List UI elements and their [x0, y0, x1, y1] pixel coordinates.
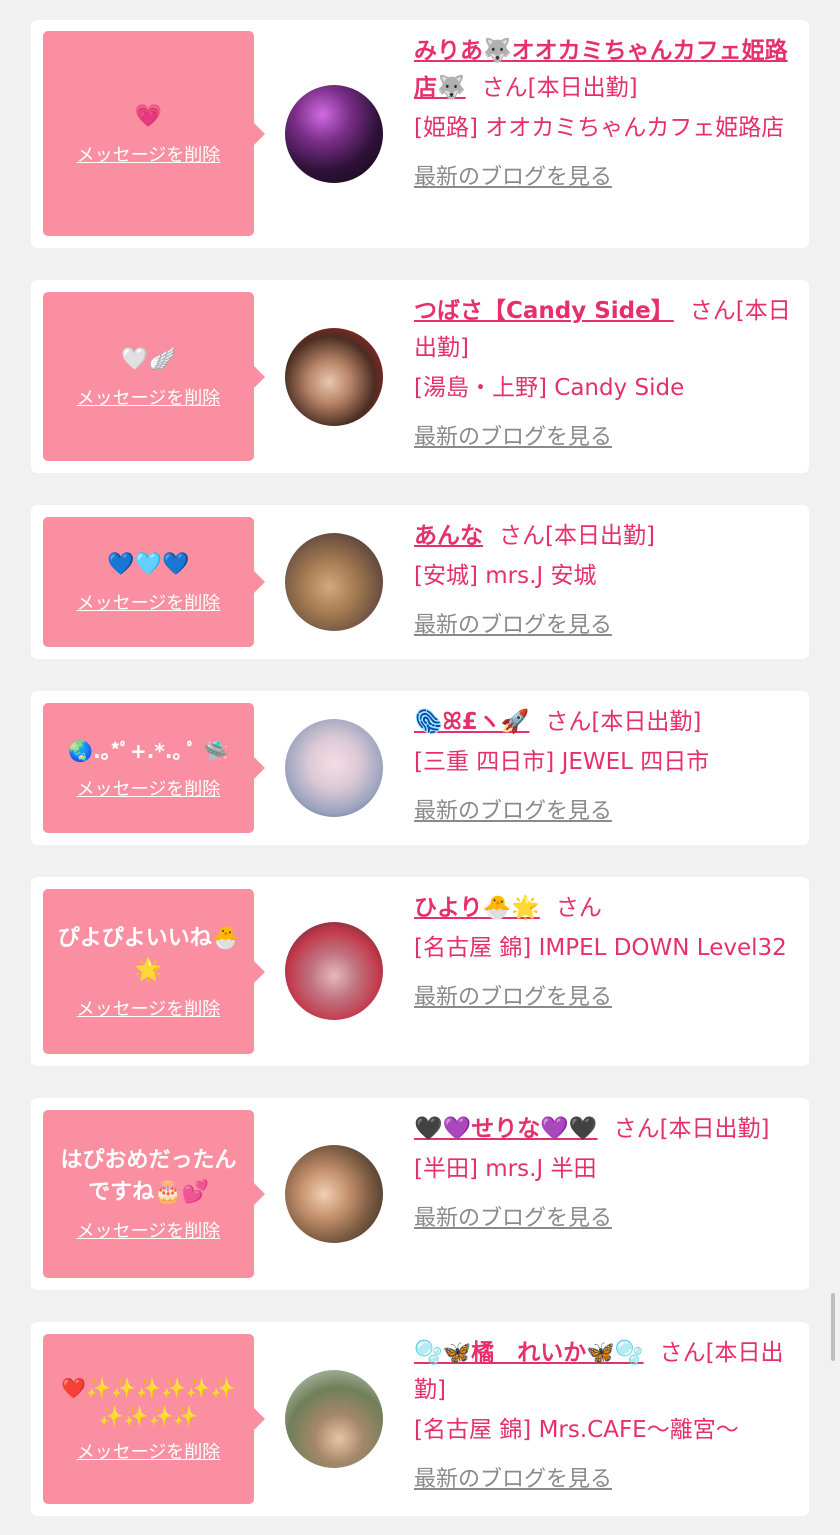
honorific: さん	[689, 298, 736, 324]
profile-name-link[interactable]: ひより🐣🌟	[414, 895, 540, 921]
latest-blog-link[interactable]: 最新のブログを見る	[414, 607, 800, 644]
shop-label: [姫路] オオカミちゃんカフェ姫路店	[414, 115, 785, 141]
message-text: 💙🩵💙	[107, 552, 190, 577]
message-bubble: はぴおめだったんですね🎂💕 メッセージを削除	[43, 1110, 265, 1278]
status-label: [本日出勤]	[545, 523, 655, 549]
message-card: はぴおめだったんですね🎂💕 メッセージを削除 🖤💜せりな💜🖤 さん[本日出勤] […	[31, 1098, 809, 1290]
shop-label: [湯島・上野] Candy Side	[414, 375, 685, 401]
shop-label: [名古屋 錦] Mrs.CAFE〜離宮〜	[414, 1417, 739, 1443]
message-card: ぴよぴよいいね🐣🌟 メッセージを削除 ひより🐣🌟 さん [名古屋 錦] IMPEL…	[31, 877, 809, 1066]
message-card: 💙🩵💙 メッセージを削除 あんな さん[本日出勤] [安城] mrs.J 安城 最…	[31, 505, 809, 659]
profile-info: つばさ【Candy Side】 さん[本日出勤] [湯島・上野] Candy Si…	[414, 293, 800, 456]
delete-message-button[interactable]: メッセージを削除	[77, 1438, 221, 1464]
shop-label: [半田] mrs.J 半田	[414, 1156, 597, 1182]
avatar[interactable]	[285, 533, 383, 631]
delete-message-button[interactable]: メッセージを削除	[77, 141, 221, 167]
profile-name-link[interactable]: 🖤💜せりな💜🖤	[414, 1116, 598, 1142]
avatar[interactable]	[285, 1145, 383, 1243]
message-card: ❤️✨✨✨✨✨✨✨✨✨✨ メッセージを削除 🫧🦋橘 れいか🦋🫧 さん[本日出勤] …	[31, 1322, 809, 1516]
delete-message-button[interactable]: メッセージを削除	[77, 775, 221, 801]
message-text: 🌏.｡*ﾟ+.*.｡ ﾟ 🛸	[68, 739, 229, 763]
honorific: さん	[481, 75, 528, 101]
message-bubble: ❤️✨✨✨✨✨✨✨✨✨✨ メッセージを削除	[43, 1334, 265, 1504]
honorific: さん	[613, 1116, 660, 1142]
profile-info: 🖤💜せりな💜🖤 さん[本日出勤] [半田] mrs.J 半田 最新のブログを見る	[414, 1111, 800, 1237]
profile-name-link[interactable]: 🫆ꕤ£ヽ🚀	[414, 709, 529, 735]
profile-info: みりあ🐺オオカミちゃんカフェ姫路店🐺 さん[本日出勤] [姫路] オオカミちゃんカ…	[414, 33, 800, 196]
profile-info: あんな さん[本日出勤] [安城] mrs.J 安城 最新のブログを見る	[414, 518, 800, 644]
profile-name-link[interactable]: 🫧🦋橘 れいか🦋🫧	[414, 1340, 644, 1366]
message-card: 💗 メッセージを削除 みりあ🐺オオカミちゃんカフェ姫路店🐺 さん[本日出勤] [姫…	[31, 20, 809, 248]
profile-info: 🫧🦋橘 れいか🦋🫧 さん[本日出勤] [名古屋 錦] Mrs.CAFE〜離宮〜 最…	[414, 1335, 800, 1498]
message-bubble: ぴよぴよいいね🐣🌟 メッセージを削除	[43, 889, 265, 1054]
status-label: [本日出勤]	[659, 1116, 770, 1142]
scrollbar[interactable]	[831, 1293, 835, 1361]
latest-blog-link[interactable]: 最新のブログを見る	[414, 793, 800, 830]
avatar[interactable]	[285, 1370, 383, 1468]
message-text: 🤍🪽	[121, 346, 176, 372]
latest-blog-link[interactable]: 最新のブログを見る	[414, 1461, 800, 1498]
shop-label: [三重 四日市] JEWEL 四日市	[414, 749, 710, 775]
profile-info: ひより🐣🌟 さん [名古屋 錦] IMPEL DOWN Level32 最新のブロ…	[414, 890, 800, 1016]
status-label: [本日出勤]	[527, 75, 638, 101]
message-bubble: 💗 メッセージを削除	[43, 31, 265, 236]
honorific: さん	[659, 1340, 706, 1366]
latest-blog-link[interactable]: 最新のブログを見る	[414, 1200, 800, 1237]
message-text: ぴよぴよいいね🐣🌟	[57, 925, 240, 983]
shop-label: [安城] mrs.J 安城	[414, 563, 597, 589]
delete-message-button[interactable]: メッセージを削除	[77, 384, 221, 410]
message-bubble: 💙🩵💙 メッセージを削除	[43, 517, 265, 647]
message-text: 💗	[134, 103, 163, 129]
profile-name-link[interactable]: つばさ【Candy Side】	[414, 298, 674, 324]
honorific: さん	[555, 895, 602, 921]
avatar[interactable]	[285, 328, 383, 426]
message-card: 🌏.｡*ﾟ+.*.｡ ﾟ 🛸 メッセージを削除 🫆ꕤ£ヽ🚀 さん[本日出勤] [三…	[31, 691, 809, 845]
message-text: はぴおめだったんですね🎂💕	[60, 1148, 237, 1205]
latest-blog-link[interactable]: 最新のブログを見る	[414, 159, 800, 196]
delete-message-button[interactable]: メッセージを削除	[77, 589, 221, 615]
latest-blog-link[interactable]: 最新のブログを見る	[414, 979, 800, 1016]
message-bubble: 🤍🪽 メッセージを削除	[43, 292, 265, 461]
avatar[interactable]	[285, 922, 383, 1020]
status-label: [本日出勤]	[591, 709, 702, 735]
message-bubble: 🌏.｡*ﾟ+.*.｡ ﾟ 🛸 メッセージを削除	[43, 703, 265, 833]
latest-blog-link[interactable]: 最新のブログを見る	[414, 419, 800, 456]
avatar[interactable]	[285, 719, 383, 817]
shop-label: [名古屋 錦] IMPEL DOWN Level32	[414, 935, 787, 961]
honorific: さん	[499, 523, 545, 549]
delete-message-button[interactable]: メッセージを削除	[77, 995, 221, 1021]
message-list: 💗 メッセージを削除 みりあ🐺オオカミちゃんカフェ姫路店🐺 さん[本日出勤] [姫…	[0, 0, 840, 1535]
avatar[interactable]	[285, 85, 383, 183]
profile-info: 🫆ꕤ£ヽ🚀 さん[本日出勤] [三重 四日市] JEWEL 四日市 最新のブログを…	[414, 704, 800, 830]
message-card: 🤍🪽 メッセージを削除 つばさ【Candy Side】 さん[本日出勤] [湯島・…	[31, 280, 809, 473]
message-text: ❤️✨✨✨✨✨✨✨✨✨✨	[61, 1376, 236, 1428]
profile-name-link[interactable]: あんな	[414, 523, 483, 549]
honorific: さん	[545, 709, 592, 735]
delete-message-button[interactable]: メッセージを削除	[77, 1217, 221, 1243]
